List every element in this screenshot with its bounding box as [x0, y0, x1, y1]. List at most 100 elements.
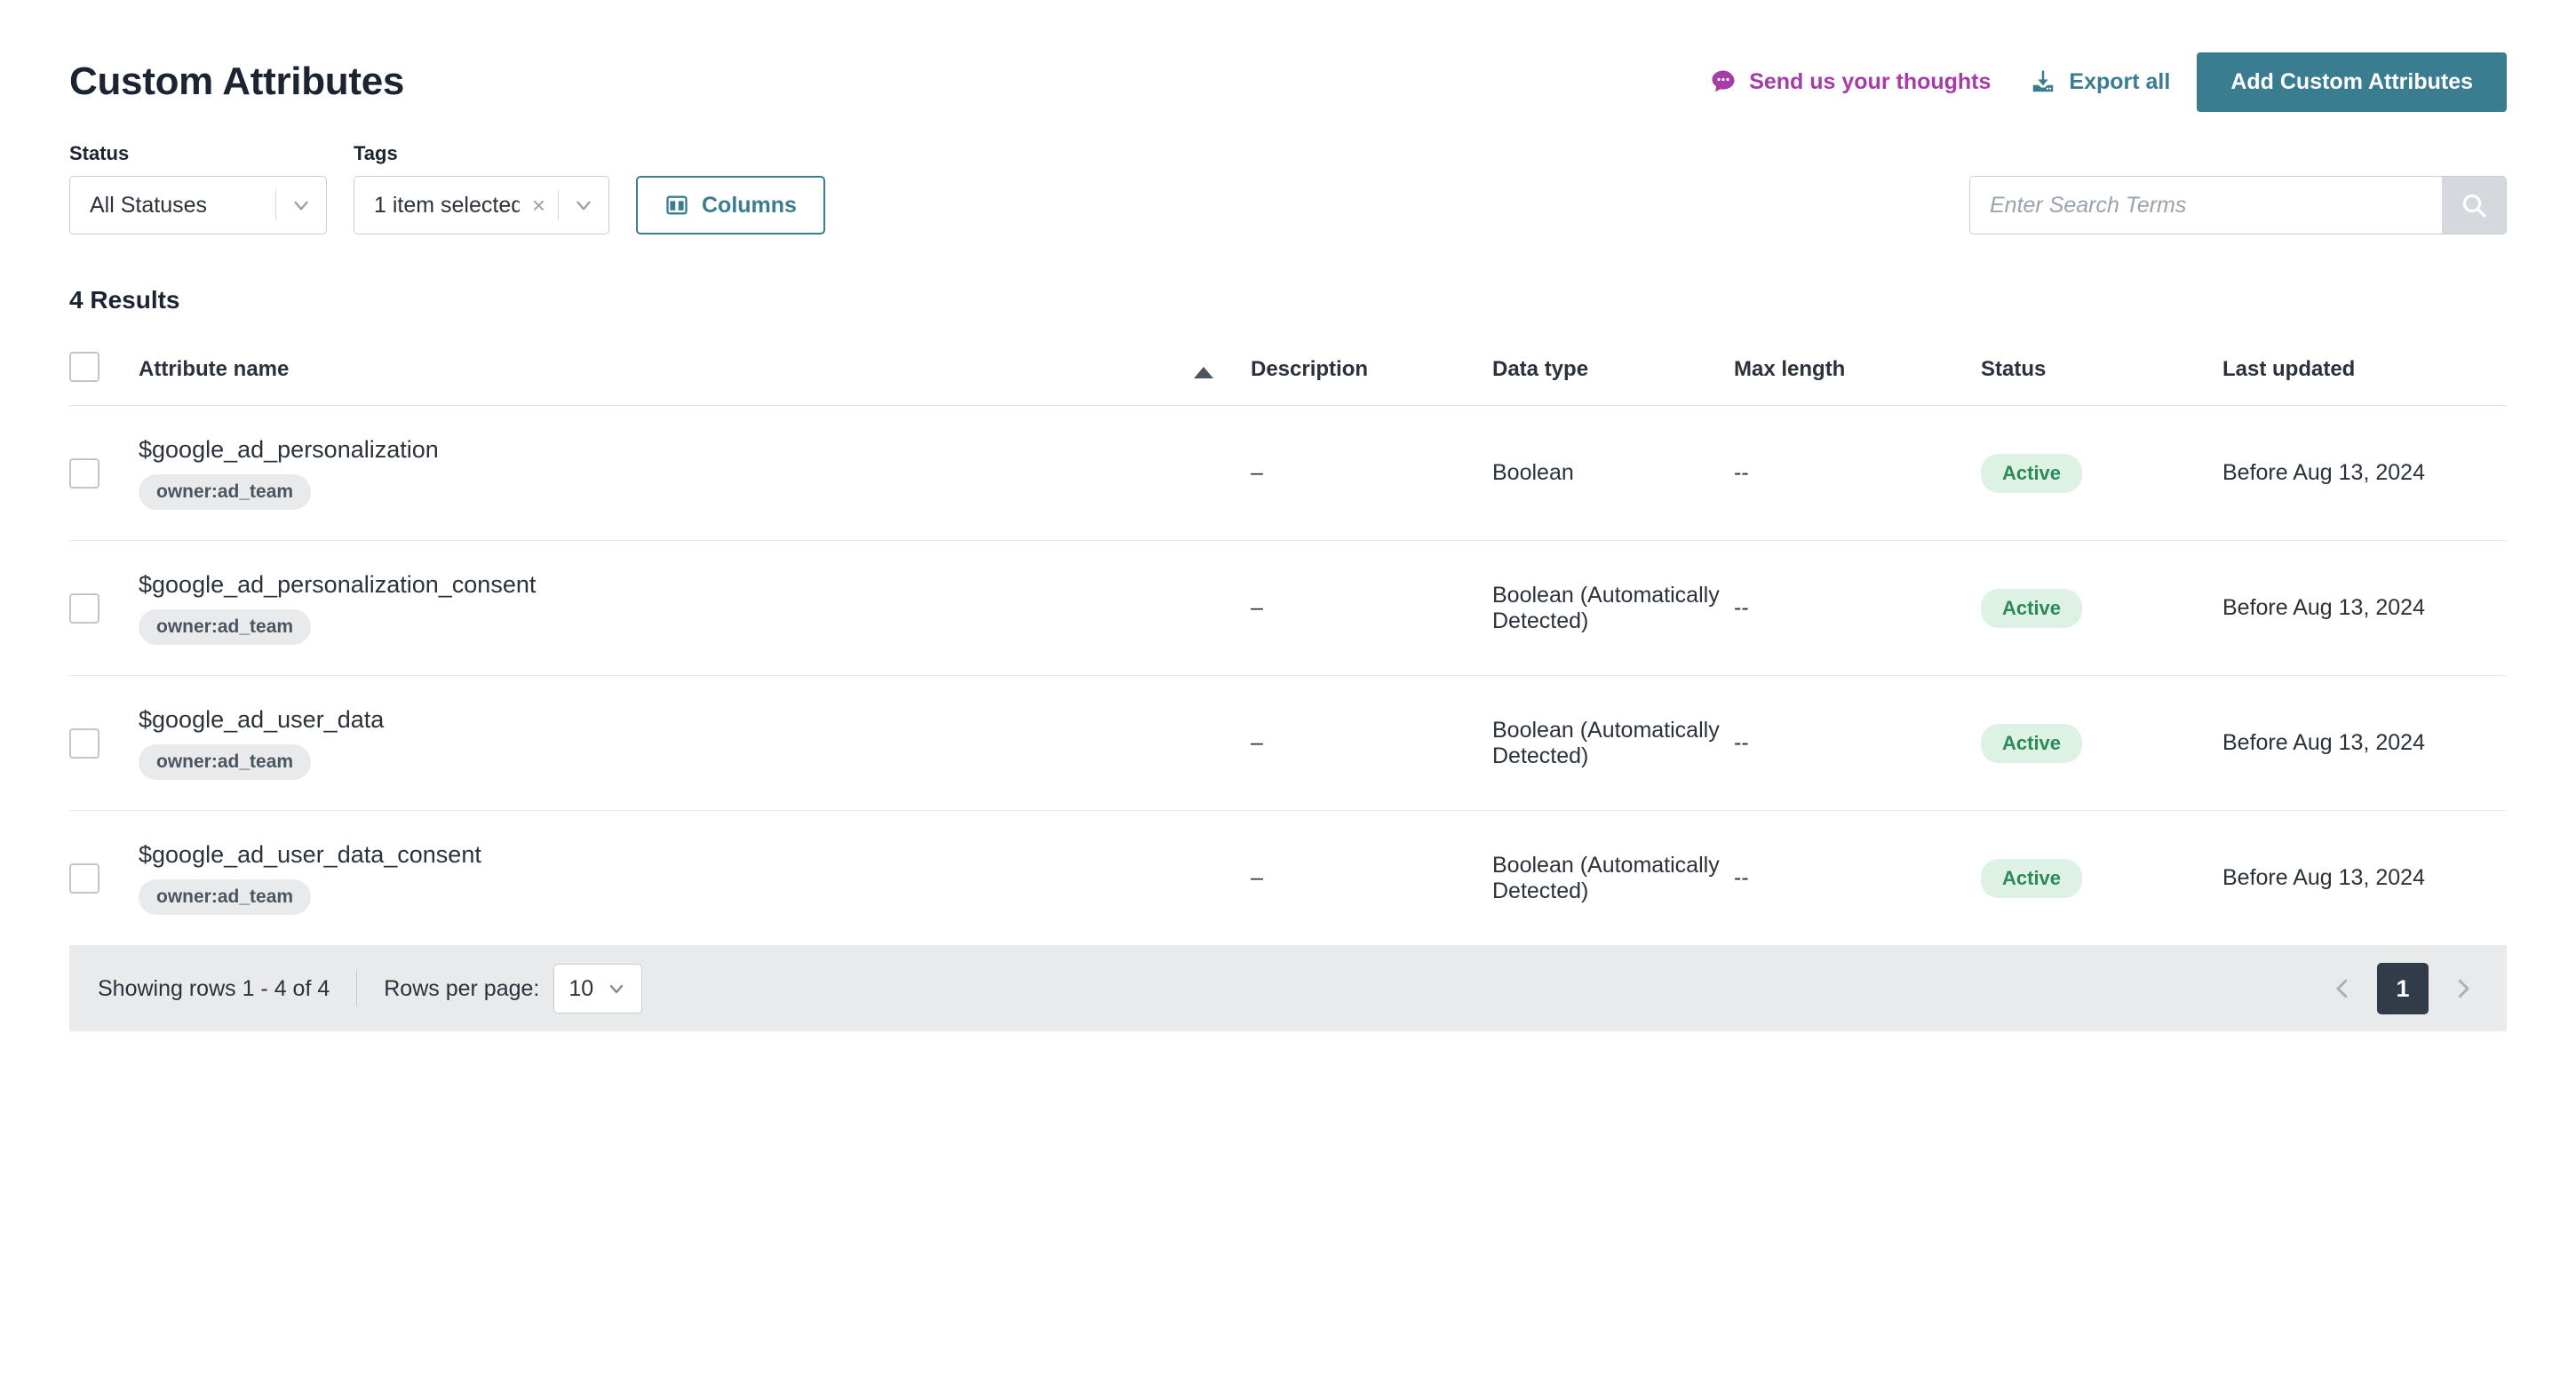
cell-last-updated: Before Aug 13, 2024 — [2222, 675, 2507, 811]
tags-filter-select[interactable]: 1 item selected × — [354, 176, 609, 234]
cell-description: – — [1251, 540, 1492, 676]
cell-data-type: Boolean (Automatically Detected) — [1492, 675, 1734, 811]
column-header-status[interactable]: Status — [1981, 352, 2222, 406]
status-filter-value: All Statuses — [90, 192, 208, 218]
cell-status: Active — [1981, 540, 2222, 676]
cell-last-updated: Before Aug 13, 2024 — [2222, 810, 2507, 946]
attribute-name: $google_ad_user_data — [139, 706, 385, 733]
search-input[interactable] — [1970, 177, 2442, 234]
export-all-label: Export all — [2069, 68, 2171, 94]
cell-data-type: Boolean (Automatically Detected) — [1492, 810, 1734, 946]
select-all-checkbox[interactable] — [69, 352, 99, 382]
cell-description: – — [1251, 810, 1492, 946]
results-count: 4 Results — [69, 286, 180, 314]
table-header: Attribute name Description Data type Max… — [69, 352, 2507, 406]
table-body: $google_ad_personalization owner:ad_team… — [69, 405, 2507, 946]
page-header: Custom Attributes Send us your thoughts — [69, 0, 2507, 112]
search-button[interactable] — [2442, 177, 2506, 234]
cell-description: – — [1251, 675, 1492, 811]
status-filter-select[interactable]: All Statuses — [69, 176, 327, 234]
cell-max-length: -- — [1734, 540, 1981, 676]
column-header-last-updated[interactable]: Last updated — [2222, 352, 2507, 406]
row-checkbox[interactable] — [69, 592, 99, 624]
header-actions: Send us your thoughts Export all Add Cus… — [1710, 52, 2507, 112]
search-icon — [2460, 191, 2488, 219]
cell-description: – — [1251, 405, 1492, 541]
filters-bar: Status All Statuses Tags 1 item selected… — [69, 142, 2507, 234]
chevron-down-icon[interactable] — [276, 194, 326, 217]
attribute-tag: owner:ad_team — [139, 744, 312, 780]
cell-last-updated: Before Aug 13, 2024 — [2222, 405, 2507, 541]
cell-attribute-name: $google_ad_user_data owner:ad_team — [139, 675, 1251, 811]
cell-status: Active — [1981, 675, 2222, 811]
custom-attributes-page: Custom Attributes Send us your thoughts — [0, 0, 2576, 1391]
cell-data-type: Boolean — [1492, 405, 1734, 541]
table-row[interactable]: $google_ad_personalization_consent owner… — [69, 540, 2507, 676]
page-title: Custom Attributes — [69, 60, 405, 103]
send-feedback-button[interactable]: Send us your thoughts — [1710, 68, 1991, 95]
cell-attribute-name: $google_ad_user_data_consent owner:ad_te… — [139, 810, 1251, 946]
divider — [356, 971, 358, 1006]
add-custom-attributes-button[interactable]: Add Custom Attributes — [2197, 52, 2507, 112]
attributes-table: Attribute name Description Data type Max… — [69, 352, 2507, 946]
status-filter-field: Status All Statuses — [69, 142, 327, 234]
chevron-right-icon[interactable] — [2448, 974, 2478, 1004]
column-header-attribute-name[interactable]: Attribute name — [139, 352, 1251, 406]
column-header-description[interactable]: Description — [1251, 352, 1492, 406]
cell-status: Active — [1981, 810, 2222, 946]
clear-tags-icon[interactable]: × — [520, 194, 558, 217]
send-feedback-label: Send us your thoughts — [1749, 68, 1992, 94]
row-select-cell — [69, 540, 139, 676]
column-header-data-type[interactable]: Data type — [1492, 352, 1734, 406]
attribute-tag: owner:ad_team — [139, 609, 312, 645]
cell-max-length: -- — [1734, 675, 1981, 811]
cell-last-updated: Before Aug 13, 2024 — [2222, 540, 2507, 676]
status-badge: Active — [1981, 723, 2083, 763]
status-badge: Active — [1981, 453, 2083, 493]
table-row[interactable]: $google_ad_user_data_consent owner:ad_te… — [69, 810, 2507, 946]
table-row[interactable]: $google_ad_personalization owner:ad_team… — [69, 405, 2507, 541]
cell-status: Active — [1981, 405, 2222, 541]
columns-icon — [664, 193, 689, 218]
row-checkbox[interactable] — [69, 727, 99, 759]
status-filter-label: Status — [69, 142, 130, 164]
cell-max-length: -- — [1734, 405, 1981, 541]
pagination-controls: 1 — [2327, 963, 2478, 1014]
cell-attribute-name: $google_ad_personalization owner:ad_team — [139, 405, 1251, 541]
status-badge: Active — [1981, 588, 2083, 628]
tags-filter-value: 1 item selected — [374, 192, 520, 218]
attribute-name: $google_ad_personalization_consent — [139, 571, 537, 598]
chevron-left-icon[interactable] — [2327, 974, 2357, 1004]
row-select-cell — [69, 405, 139, 541]
pagination-bar: Showing rows 1 - 4 of 4 Rows per page: 1… — [69, 946, 2507, 1031]
columns-button[interactable]: Columns — [636, 176, 825, 234]
row-checkbox[interactable] — [69, 862, 99, 894]
rows-per-page-value: 10 — [568, 975, 594, 1001]
export-all-button[interactable]: Export all — [2030, 68, 2170, 95]
sort-ascending-icon[interactable] — [1194, 367, 1213, 378]
row-select-cell — [69, 675, 139, 811]
row-select-cell — [69, 810, 139, 946]
download-icon — [2030, 68, 2056, 95]
attribute-name: $google_ad_user_data_consent — [139, 841, 481, 868]
column-label: Attribute name — [139, 357, 290, 381]
table-header-row: Attribute name Description Data type Max… — [69, 352, 2507, 406]
rows-per-page-select[interactable]: 10 — [553, 964, 643, 1013]
cell-max-length: -- — [1734, 810, 1981, 946]
select-all-header — [69, 352, 139, 406]
status-badge: Active — [1981, 858, 2083, 898]
search-box — [1969, 176, 2507, 234]
tags-filter-label: Tags — [354, 142, 398, 164]
column-header-max-length[interactable]: Max length — [1734, 352, 1981, 406]
page-number-button[interactable]: 1 — [2377, 963, 2429, 1014]
table-row[interactable]: $google_ad_user_data owner:ad_team – Boo… — [69, 675, 2507, 811]
cell-attribute-name: $google_ad_personalization_consent owner… — [139, 540, 1251, 676]
attribute-name: $google_ad_personalization — [139, 436, 439, 463]
showing-rows-label: Showing rows 1 - 4 of 4 — [98, 975, 330, 1001]
attribute-tag: owner:ad_team — [139, 474, 312, 510]
rows-per-page-label: Rows per page: — [384, 975, 540, 1001]
row-checkbox[interactable] — [69, 457, 99, 489]
chevron-down-icon[interactable] — [559, 194, 608, 217]
tags-filter-field: Tags 1 item selected × — [354, 142, 609, 234]
chat-bubble-icon — [1710, 68, 1737, 95]
